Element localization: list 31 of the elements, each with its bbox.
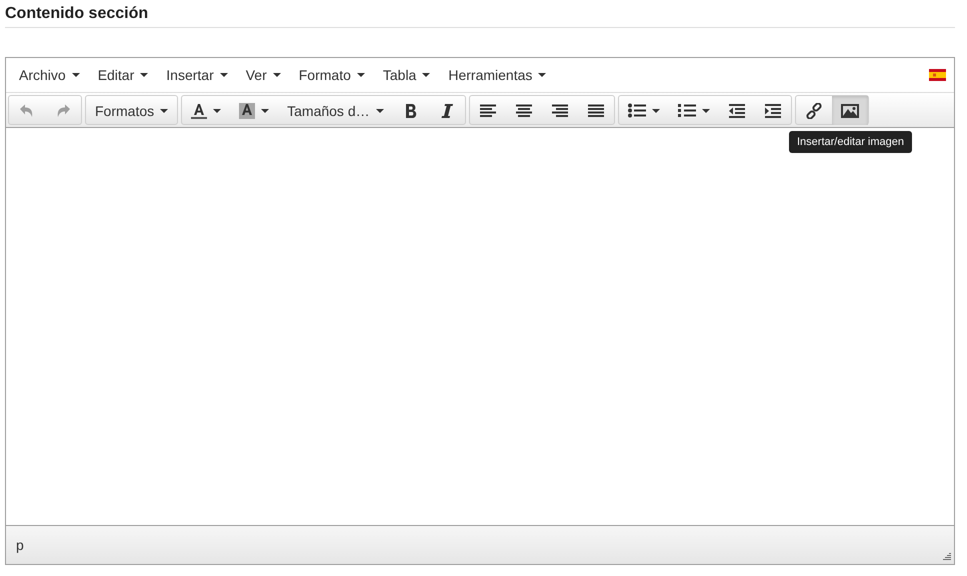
menu-item[interactable]: Tabla	[374, 63, 440, 87]
undo-icon	[19, 104, 35, 118]
menu-item[interactable]: Editar	[88, 63, 158, 87]
indent-icon	[764, 104, 781, 118]
menu-item[interactable]: Herramientas	[439, 63, 556, 87]
align-right-icon	[552, 104, 568, 118]
spain-flag-icon[interactable]	[929, 69, 946, 81]
dropdown-button[interactable]: Formatos	[86, 96, 178, 125]
outdent-icon	[728, 104, 745, 118]
menu-item[interactable]: Ver	[236, 63, 290, 87]
element-path[interactable]: p	[16, 537, 24, 553]
menu-item[interactable]: Archivo	[10, 63, 89, 87]
link-icon	[806, 102, 822, 118]
section-heading: Contenido sección	[5, 4, 148, 24]
text-color-icon	[191, 102, 208, 120]
menu-item[interactable]: Formato	[290, 63, 374, 87]
numbered-list-icon	[678, 102, 696, 118]
image-button[interactable]	[832, 96, 868, 125]
bullet-list-icon	[628, 102, 646, 118]
menu-item[interactable]: Insertar	[157, 63, 237, 87]
tooltip: Insertar/editar imagen	[789, 131, 912, 153]
dropdown-button[interactable]: Tamaños d…	[278, 96, 393, 125]
italic-icon	[440, 102, 454, 118]
redo-icon	[55, 104, 71, 118]
resize-handle-icon[interactable]	[942, 552, 951, 561]
align-center-icon	[516, 104, 532, 118]
bold-icon	[404, 102, 418, 118]
align-left-icon	[480, 104, 496, 118]
justify-icon	[588, 104, 604, 118]
highlight-color-icon	[239, 102, 256, 120]
image-icon	[840, 104, 859, 118]
